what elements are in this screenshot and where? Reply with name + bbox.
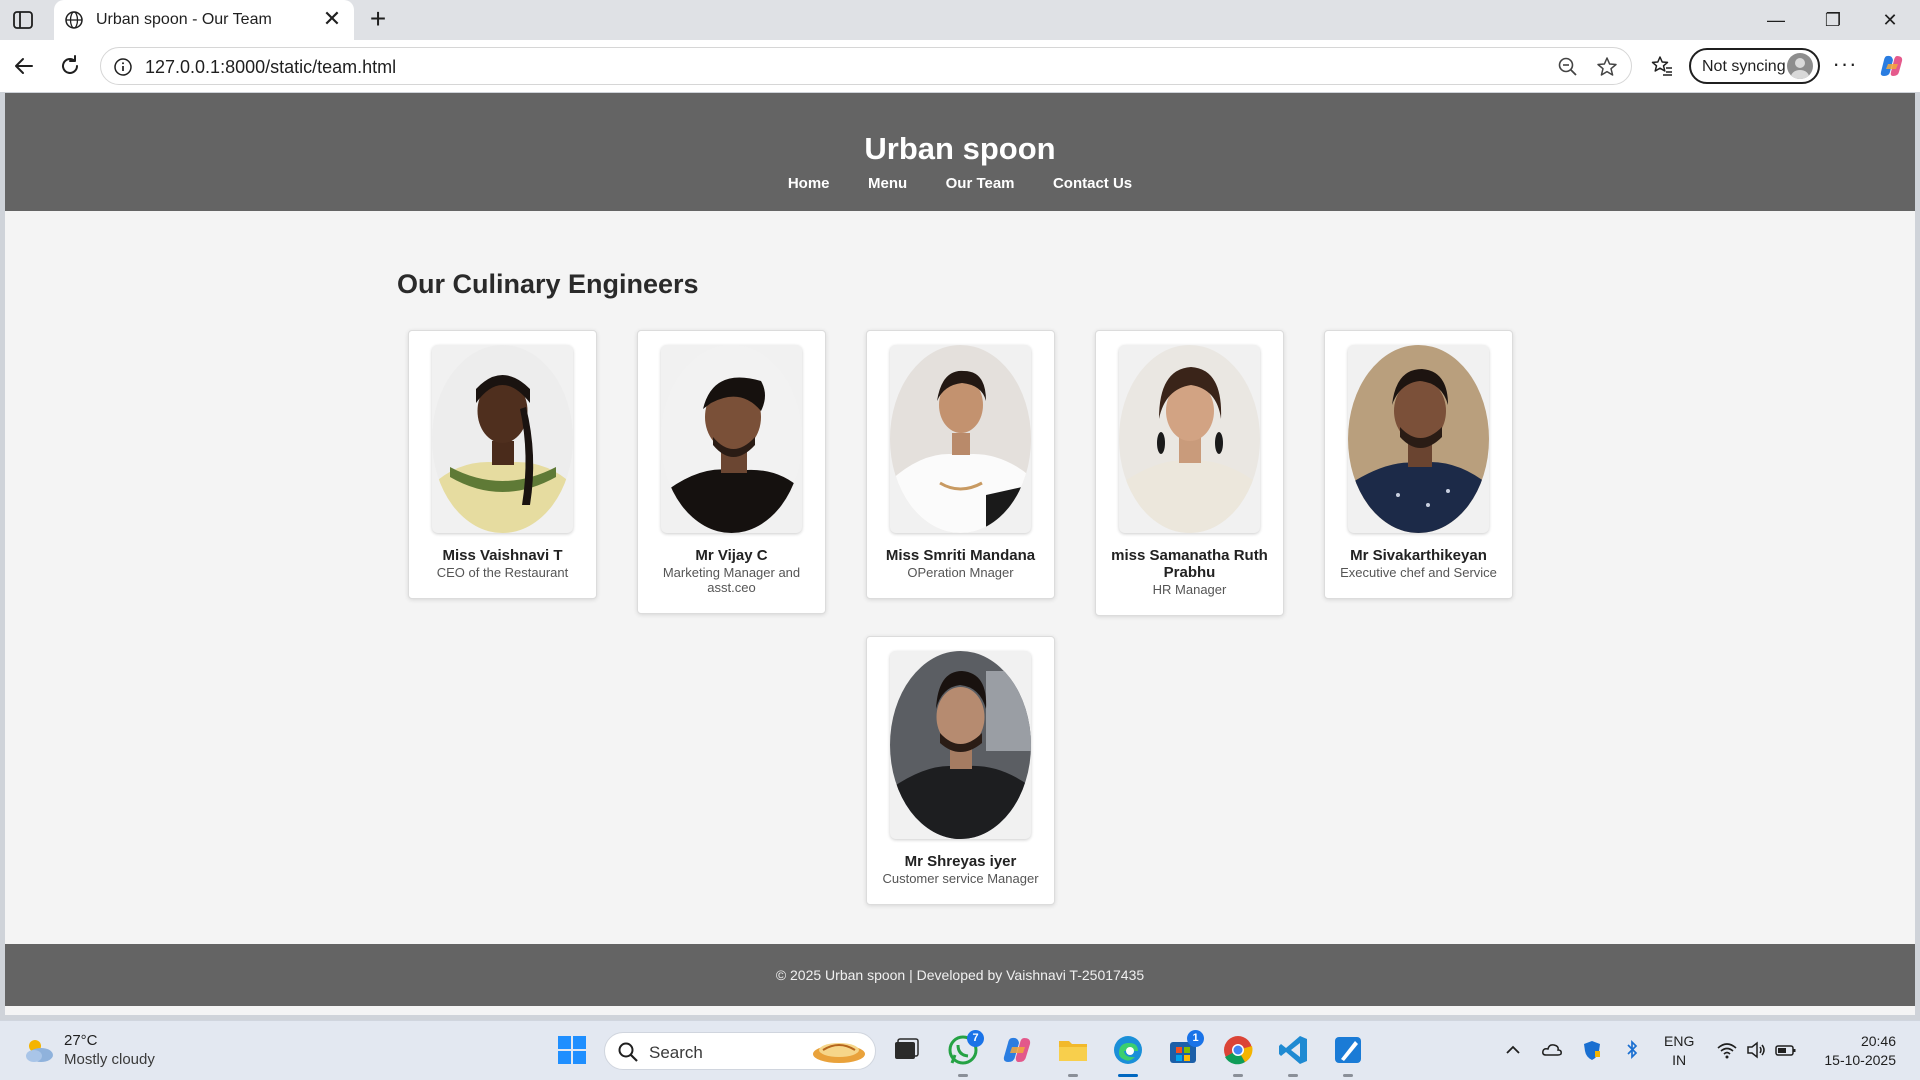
browser-tab-active[interactable]: Urban spoon - Our Team ✕	[54, 0, 354, 40]
weather-description[interactable]: Mostly cloudy	[64, 1051, 155, 1068]
new-tab-button[interactable]: +	[364, 5, 392, 34]
taskbar-search-box[interactable]: Search	[604, 1032, 876, 1070]
task-view-icon[interactable]	[888, 1033, 922, 1067]
team-card: Mr Shreyas iyer Customer service Manager	[866, 636, 1055, 905]
vscode-icon[interactable]	[1276, 1033, 1310, 1077]
copilot-app-icon[interactable]	[1001, 1033, 1035, 1067]
search-highlight-icon	[809, 1036, 869, 1066]
member-name: Mr Sivakarthikeyan	[1350, 547, 1487, 564]
site-title: Urban spoon	[864, 131, 1056, 166]
whatsapp-icon[interactable]: 7	[946, 1030, 984, 1077]
member-role: Customer service Manager	[882, 871, 1039, 886]
more-options-button[interactable]: ···	[1830, 52, 1860, 80]
close-window-button[interactable]: ✕	[1870, 6, 1910, 34]
onedrive-cloud-icon[interactable]	[1541, 1039, 1563, 1061]
copilot-icon[interactable]	[1878, 52, 1906, 80]
member-name: Mr Shreyas iyer	[904, 853, 1017, 870]
address-bar[interactable]: 127.0.0.1:8000/static/team.html	[100, 47, 1632, 85]
nav-link-our-team[interactable]: Our Team	[946, 175, 1015, 192]
browser-toolbar: 127.0.0.1:8000/static/team.html Not sync…	[0, 40, 1920, 92]
running-indicator	[1233, 1074, 1243, 1077]
team-card: Mr Sivakarthikeyan Executive chef and Se…	[1324, 330, 1513, 599]
site-footer: © 2025 Urban spoon | Developed by Vaishn…	[5, 944, 1915, 1006]
member-role: HR Manager	[1152, 582, 1227, 597]
favorites-icon[interactable]	[1650, 54, 1674, 78]
weather-temperature[interactable]: 27°C	[64, 1032, 98, 1049]
security-shield-icon[interactable]	[1581, 1039, 1603, 1061]
language-indicator[interactable]: ENG IN	[1664, 1032, 1694, 1070]
minimize-button[interactable]: —	[1756, 6, 1796, 34]
running-indicator	[1288, 1074, 1298, 1077]
member-photo	[890, 345, 1031, 533]
member-name: miss Samanatha Ruth Prabhu	[1111, 547, 1268, 581]
chrome-icon[interactable]	[1221, 1033, 1255, 1077]
volume-icon[interactable]	[1745, 1039, 1767, 1061]
weather-cloud-icon[interactable]	[22, 1035, 56, 1065]
member-photo	[1119, 345, 1260, 533]
paint-app-icon[interactable]	[1331, 1033, 1365, 1077]
windows-start-icon[interactable]	[555, 1033, 589, 1067]
profile-avatar-icon	[1787, 53, 1813, 79]
store-badge: 1	[1187, 1030, 1204, 1047]
footer-text: © 2025 Urban spoon | Developed by Vaishn…	[775, 967, 1145, 983]
nav-link-menu[interactable]: Menu	[868, 175, 907, 192]
team-card: miss Samanatha Ruth Prabhu HR Manager	[1095, 330, 1284, 616]
member-photo	[432, 345, 573, 533]
tab-actions-icon[interactable]	[12, 9, 34, 31]
zoom-out-icon[interactable]	[1557, 56, 1579, 78]
close-tab-icon[interactable]: ✕	[320, 8, 344, 32]
member-role: Executive chef and Service	[1340, 565, 1497, 580]
running-indicator	[1343, 1074, 1353, 1077]
member-name: Mr Vijay C	[695, 547, 768, 564]
running-indicator	[1068, 1074, 1078, 1077]
battery-icon[interactable]	[1775, 1039, 1797, 1061]
tab-title: Urban spoon - Our Team	[96, 11, 272, 28]
member-photo	[890, 651, 1031, 839]
site-nav: Home Menu Our Team Contact Us	[5, 175, 1915, 193]
system-clock[interactable]: 20:46 15-10-2025	[1810, 1032, 1896, 1070]
nav-link-home[interactable]: Home	[788, 175, 830, 192]
microsoft-store-icon[interactable]: 1	[1166, 1030, 1204, 1067]
member-name: Miss Vaishnavi T	[442, 547, 563, 564]
member-role: OPeration Mnager	[907, 565, 1014, 580]
sync-label: Not syncing	[1702, 58, 1786, 75]
nav-link-contact-us[interactable]: Contact Us	[1053, 175, 1132, 192]
restore-button[interactable]: ❐	[1813, 6, 1853, 34]
search-label: Search	[649, 1043, 703, 1062]
clock-time: 20:46	[1860, 1033, 1896, 1049]
member-photo	[1348, 345, 1489, 533]
reload-icon[interactable]	[56, 52, 84, 80]
team-card: Mr Vijay C Marketing Manager and asst.ce…	[637, 330, 826, 614]
site-info-icon[interactable]	[113, 57, 133, 77]
language-code: ENG	[1664, 1033, 1695, 1049]
chevron-up-icon[interactable]	[1502, 1039, 1524, 1061]
search-icon	[617, 1041, 639, 1063]
member-role: Marketing Manager and asst.ceo	[662, 565, 801, 595]
clock-date: 15-10-2025	[1824, 1052, 1896, 1068]
member-role: CEO of the Restaurant	[436, 565, 569, 580]
active-app-indicator	[1118, 1074, 1138, 1077]
browser-tab-strip: Urban spoon - Our Team ✕ + — ❐ ✕	[0, 0, 1920, 40]
url-text[interactable]: 127.0.0.1:8000/static/team.html	[145, 57, 396, 78]
favorite-star-icon[interactable]	[1595, 55, 1619, 79]
section-title: Our Culinary Engineers	[397, 269, 699, 299]
site-header: Urban spoon Home Menu Our Team Contact U…	[5, 93, 1915, 211]
page-viewport: Urban spoon Home Menu Our Team Contact U…	[5, 93, 1915, 1015]
language-region: IN	[1672, 1052, 1687, 1068]
whatsapp-badge: 7	[967, 1030, 984, 1047]
taskbar: 27°C Mostly cloudy Search 7 1 ENG IN 20:…	[0, 1020, 1920, 1080]
edge-browser-icon[interactable]	[1111, 1033, 1145, 1077]
back-arrow-icon[interactable]	[10, 52, 38, 80]
wifi-icon[interactable]	[1716, 1039, 1738, 1061]
globe-icon	[64, 10, 84, 30]
team-card: Miss Vaishnavi T CEO of the Restaurant	[408, 330, 597, 599]
member-photo	[661, 345, 802, 533]
running-indicator	[958, 1074, 968, 1077]
member-name: Miss Smriti Mandana	[885, 547, 1036, 564]
team-card: Miss Smriti Mandana OPeration Mnager	[866, 330, 1055, 599]
bluetooth-icon[interactable]	[1621, 1039, 1643, 1061]
profile-sync-button[interactable]: Not syncing	[1689, 48, 1820, 84]
file-explorer-icon[interactable]	[1056, 1033, 1090, 1077]
